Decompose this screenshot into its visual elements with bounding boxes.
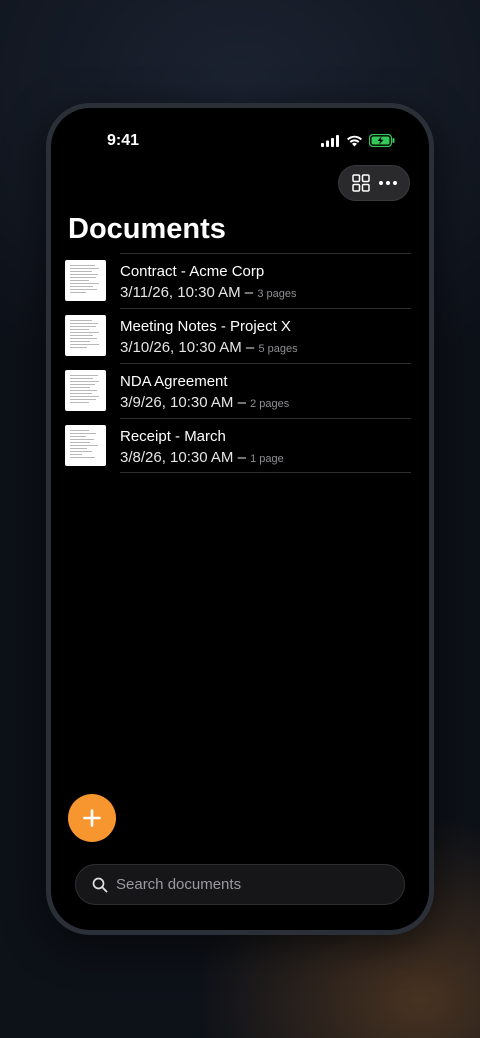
page-title: Documents (68, 213, 226, 245)
document-info: Contract - Acme Corp 3/11/26, 10:30 AM –… (120, 253, 411, 308)
document-thumbnail (65, 370, 106, 411)
grid-icon (351, 174, 370, 192)
document-date: 3/9/26, 10:30 AM – (120, 394, 246, 411)
document-row[interactable]: Receipt - March 3/8/26, 10:30 AM – 1 pag… (51, 418, 429, 473)
battery-charging-icon (368, 133, 395, 152)
app-screen: 9:41 Documents Contract - Acme Corp 3/11… (51, 108, 429, 930)
document-thumbnail (65, 315, 106, 356)
document-name: Contract - Acme Corp (120, 263, 265, 280)
document-date: 3/8/26, 10:30 AM – (120, 449, 246, 466)
document-meta: 3/10/26, 10:30 AM – 5 pages (120, 337, 411, 360)
document-thumbnail (65, 260, 106, 301)
document-meta: 3/8/26, 10:30 AM – 1 page (120, 447, 411, 470)
document-list: Contract - Acme Corp 3/11/26, 10:30 AM –… (51, 253, 429, 473)
wifi-icon (346, 134, 363, 152)
add-document-button[interactable] (68, 794, 116, 842)
document-meta: 3/9/26, 10:30 AM – 2 pages (120, 392, 411, 415)
more-options-button[interactable] (376, 171, 400, 195)
document-row[interactable]: Meeting Notes - Project X 3/10/26, 10:30… (51, 308, 429, 363)
document-date: 3/10/26, 10:30 AM – (120, 339, 255, 356)
document-row[interactable]: NDA Agreement 3/9/26, 10:30 AM – 2 pages (51, 363, 429, 418)
phone-frame: 9:41 Documents Contract - Acme Corp 3/11… (46, 103, 434, 935)
document-info: Meeting Notes - Project X 3/10/26, 10:30… (120, 308, 411, 363)
status-time: 9:41 (107, 132, 140, 149)
search-bar[interactable] (75, 864, 405, 905)
toolbar-pill (338, 165, 410, 201)
document-page-count: 5 pages (258, 343, 298, 355)
grid-view-button[interactable] (349, 171, 373, 195)
document-page-count: 1 page (250, 453, 284, 465)
document-date: 3/11/26, 10:30 AM – (120, 284, 254, 301)
document-name: Meeting Notes - Project X (120, 318, 291, 335)
document-meta: 3/11/26, 10:30 AM – 3 pages (120, 282, 411, 305)
document-page-count: 2 pages (250, 398, 290, 410)
document-page-count: 3 pages (257, 288, 297, 300)
cellular-signal-icon (321, 134, 340, 152)
document-name: Receipt - March (120, 428, 226, 445)
more-icon (378, 181, 397, 185)
document-thumbnail (65, 425, 106, 466)
status-icons (321, 133, 395, 152)
search-icon (92, 877, 108, 892)
plus-icon (83, 809, 101, 827)
search-input[interactable] (116, 876, 376, 893)
document-info: Receipt - March 3/8/26, 10:30 AM – 1 pag… (120, 418, 411, 473)
document-info: NDA Agreement 3/9/26, 10:30 AM – 2 pages (120, 363, 411, 418)
document-row[interactable]: Contract - Acme Corp 3/11/26, 10:30 AM –… (51, 253, 429, 308)
document-name: NDA Agreement (120, 373, 228, 390)
